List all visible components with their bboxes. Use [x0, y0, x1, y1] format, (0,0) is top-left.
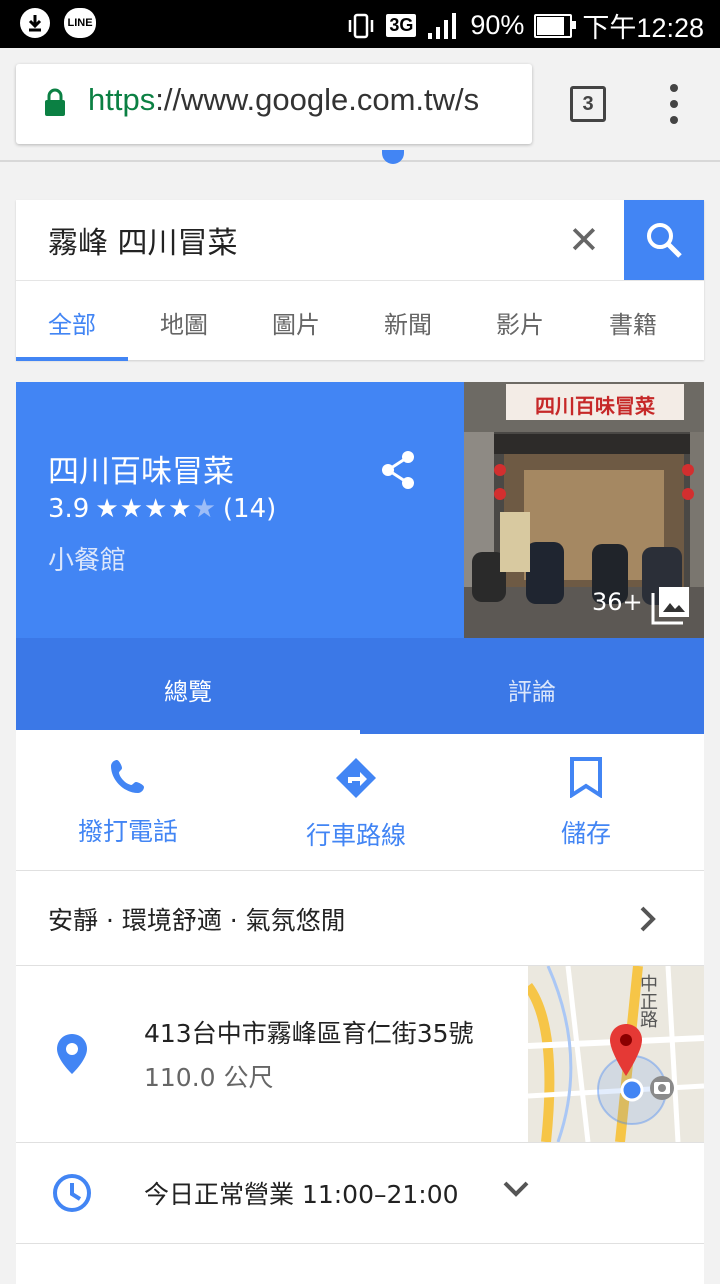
- tab-videos[interactable]: 影片: [496, 305, 544, 340]
- tab-images[interactable]: 圖片: [272, 305, 320, 340]
- attributes-row[interactable]: 安靜 · 環境舒適 · 氣氛悠閒: [16, 871, 704, 966]
- review-count[interactable]: (14): [223, 494, 276, 524]
- line-icon: LINE: [64, 8, 96, 38]
- url-rest: ://www.google.com.tw/s: [155, 82, 480, 117]
- attributes-text: 安靜 · 環境舒適 · 氣氛悠閒: [48, 906, 346, 935]
- tab-news[interactable]: 新聞: [384, 305, 432, 340]
- url-bar[interactable]: https://www.google.com.tw/s: [16, 64, 532, 144]
- hours-text: 今日正常營業 11:00–21:00: [144, 1180, 459, 1209]
- clear-icon[interactable]: ✕: [568, 218, 600, 262]
- bookmark-icon: [570, 757, 602, 799]
- directions-button[interactable]: 行車路線: [256, 756, 456, 852]
- action-row: 撥打電話 行車路線 儲存: [16, 734, 704, 871]
- phone-icon: [111, 760, 144, 793]
- search-tabs: 全部 地圖 圖片 新聞 影片 書籍: [16, 280, 704, 361]
- battery-fill: [537, 16, 565, 35]
- status-left: LINE: [20, 8, 96, 38]
- place-photo[interactable]: 四川百味冒菜 36+: [464, 382, 704, 638]
- chevron-right-icon: [640, 906, 656, 932]
- rating-stars: ★★★★★: [95, 494, 217, 524]
- url-protocol: https: [88, 82, 156, 117]
- tab-all[interactable]: 全部: [48, 305, 96, 340]
- map-road-label: 中正路: [637, 974, 658, 1028]
- battery-percent: 90%: [470, 10, 525, 40]
- battery-icon: [534, 13, 577, 38]
- place-tabs: 總覽 評論: [16, 638, 704, 734]
- gallery-icon: [651, 587, 689, 625]
- tab-books[interactable]: 書籍: [609, 305, 657, 340]
- place-category: 小餐館: [48, 546, 127, 576]
- lock-icon: [45, 88, 65, 116]
- place-header: 四川百味冒菜 3.9 ★★★★★ (14) 小餐館: [16, 382, 464, 638]
- menu-icon[interactable]: [668, 84, 680, 124]
- tab-maps[interactable]: 地圖: [160, 305, 208, 340]
- distance-text: 110.0 公尺: [144, 1063, 274, 1092]
- status-bar: LINE 3G 90% 下午12:28: [0, 0, 720, 48]
- search-icon: [647, 223, 682, 258]
- tabs-icon[interactable]: 3: [570, 86, 606, 122]
- network-badge: 3G: [386, 14, 417, 37]
- download-icon: [20, 8, 50, 38]
- directions-label: 行車路線: [305, 821, 406, 850]
- status-right: 3G 90% 下午12:28: [346, 6, 704, 45]
- active-tab-indicator: [16, 357, 128, 361]
- clock-icon: [53, 1174, 91, 1212]
- line-label: LINE: [67, 17, 93, 29]
- place-rating-row: 3.9 ★★★★★ (14): [48, 494, 276, 524]
- map-image: [528, 966, 704, 1142]
- directions-icon: [336, 758, 376, 798]
- share-icon[interactable]: [380, 450, 416, 490]
- url-text[interactable]: https://www.google.com.tw/s: [88, 82, 479, 118]
- stars-filled: ★★★★: [95, 494, 193, 524]
- signal-icon: [428, 12, 457, 39]
- search-input[interactable]: 霧峰 四川冒菜: [48, 218, 238, 262]
- call-button[interactable]: 撥打電話: [28, 756, 228, 848]
- hours-row[interactable]: 今日正常營業 11:00–21:00: [16, 1143, 704, 1244]
- next-row: [16, 1244, 704, 1284]
- address-text: 413台中市霧峰區育仁街35號: [144, 1019, 474, 1048]
- browser-toolbar: https://www.google.com.tw/s 3: [0, 48, 720, 162]
- star-partial: ★: [192, 494, 217, 524]
- address-row[interactable]: 413台中市霧峰區育仁街35號 110.0 公尺 中正路: [16, 966, 704, 1143]
- place-name: 四川百味冒菜: [48, 454, 234, 490]
- tab-overview[interactable]: 總覽: [164, 672, 212, 707]
- save-button[interactable]: 儲存: [486, 756, 686, 850]
- location-pin-icon: [57, 1034, 87, 1074]
- sign-text: 四川百味冒菜: [535, 394, 655, 418]
- tab-reviews[interactable]: 評論: [508, 672, 556, 707]
- call-label: 撥打電話: [77, 817, 178, 846]
- chevron-down-icon[interactable]: [502, 1179, 530, 1199]
- map-thumbnail[interactable]: 中正路: [528, 966, 704, 1142]
- search-button[interactable]: [624, 200, 704, 280]
- search-card: 霧峰 四川冒菜 ✕ 全部 地圖 圖片 新聞 影片 書籍: [16, 200, 704, 361]
- rating-value: 3.9: [48, 494, 90, 524]
- vibrate-icon: [349, 13, 374, 38]
- save-label: 儲存: [560, 819, 611, 848]
- clock-time: 下午12:28: [582, 13, 704, 43]
- photo-count: 36+: [592, 588, 643, 616]
